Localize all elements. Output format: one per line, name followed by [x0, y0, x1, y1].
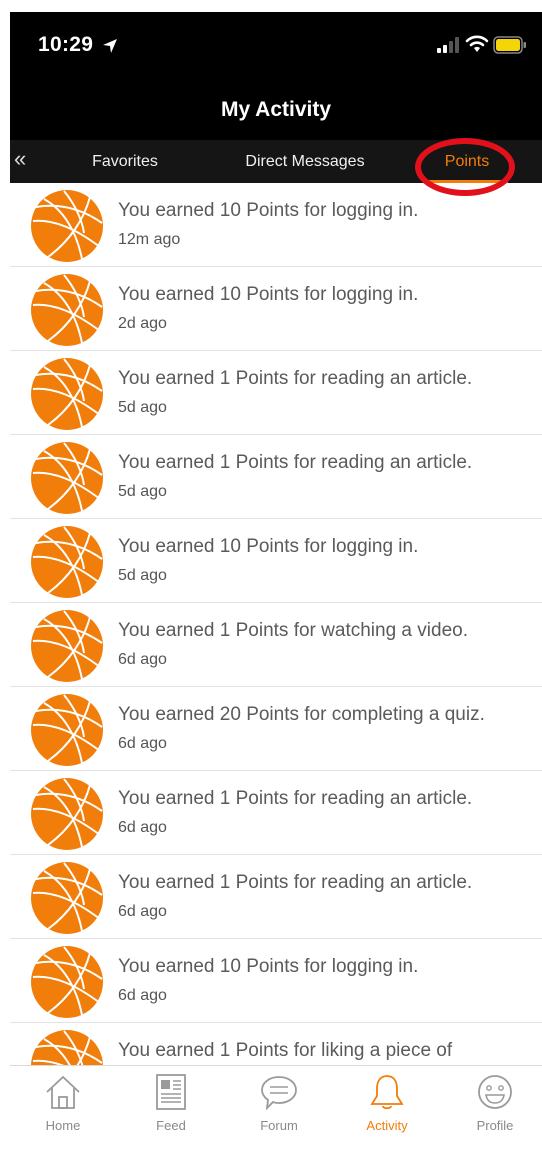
location-arrow-icon	[103, 39, 117, 53]
nav-label: Home	[45, 1118, 81, 1133]
status-bar: 10:29	[10, 12, 542, 82]
activity-time: 5d ago	[118, 567, 167, 584]
status-time: 10:29	[38, 33, 94, 56]
activity-time: 6d ago	[118, 987, 167, 1004]
nav-feed[interactable]: Feed	[126, 1072, 216, 1133]
activity-time: 2d ago	[118, 315, 167, 332]
basketball-avatar-icon	[30, 777, 104, 851]
nav-label: Activity	[366, 1118, 408, 1133]
activity-row[interactable]: You earned 10 Points for logging in. 5d a…	[10, 519, 542, 603]
activity-row[interactable]: You earned 1 Points for reading an artic…	[10, 855, 542, 939]
battery-icon	[493, 36, 526, 54]
activity-list[interactable]: You earned 10 Points for logging in. 12m …	[10, 183, 542, 1065]
activity-row[interactable]: You earned 1 Points for reading an artic…	[10, 435, 542, 519]
title-bar: My Activity	[10, 82, 542, 140]
activity-row[interactable]: You earned 10 Points for logging in. 6d a…	[10, 939, 542, 1023]
basketball-avatar-icon	[30, 1029, 104, 1065]
tab-bar: « Favorites Direct Messages Points	[10, 140, 542, 183]
basketball-avatar-icon	[30, 357, 104, 431]
basketball-avatar-icon	[30, 189, 104, 263]
basketball-avatar-icon	[30, 441, 104, 515]
profile-icon	[475, 1072, 515, 1112]
activity-text: You earned 20 Points for completing a qu…	[118, 704, 485, 725]
tab-favorites[interactable]: Favorites	[80, 140, 170, 183]
activity-text: You earned 10 Points for logging in.	[118, 200, 419, 221]
activity-row[interactable]: You earned 1 Points for liking a piece o…	[10, 1023, 542, 1065]
basketball-avatar-icon	[30, 693, 104, 767]
nav-activity[interactable]: Activity	[342, 1072, 432, 1133]
activity-text: You earned 1 Points for reading an artic…	[118, 368, 473, 389]
nav-home[interactable]: Home	[18, 1072, 108, 1133]
activity-text: You earned 10 Points for logging in.	[118, 956, 419, 977]
activity-text: You earned 1 Points for reading an artic…	[118, 788, 473, 809]
tab-points[interactable]: Points	[422, 140, 512, 183]
page-title: My Activity	[220, 98, 332, 121]
bottom-nav: Home Feed Forum Activity Profile	[10, 1065, 542, 1165]
activity-row[interactable]: You earned 20 Points for completing a qu…	[10, 687, 542, 771]
activity-text: You earned 1 Points for watching a video…	[118, 620, 468, 641]
basketball-avatar-icon	[30, 525, 104, 599]
activity-time: 6d ago	[118, 735, 167, 752]
app-screen: 10:29 My Activity « Favorites Direct Mes…	[10, 12, 542, 1165]
nav-label: Feed	[156, 1118, 186, 1133]
nav-forum[interactable]: Forum	[234, 1072, 324, 1133]
nav-label: Forum	[260, 1118, 298, 1133]
activity-time: 5d ago	[118, 399, 167, 416]
basketball-avatar-icon	[30, 273, 104, 347]
activity-row[interactable]: You earned 10 Points for logging in. 2d a…	[10, 267, 542, 351]
activity-time: 6d ago	[118, 819, 167, 836]
tab-direct-messages[interactable]: Direct Messages	[225, 140, 385, 183]
activity-text: You earned 1 Points for reading an artic…	[118, 872, 473, 893]
activity-time: 6d ago	[118, 651, 167, 668]
activity-row[interactable]: You earned 1 Points for reading an artic…	[10, 771, 542, 855]
activity-time: 5d ago	[118, 483, 167, 500]
activity-text: You earned 10 Points for logging in.	[118, 536, 419, 557]
activity-row[interactable]: You earned 10 Points for logging in. 12m …	[10, 183, 542, 267]
activity-row[interactable]: You earned 1 Points for reading an artic…	[10, 351, 542, 435]
home-icon	[43, 1072, 83, 1112]
basketball-avatar-icon	[30, 861, 104, 935]
forum-icon	[259, 1072, 299, 1112]
activity-text: You earned 1 Points for reading an artic…	[118, 452, 473, 473]
basketball-avatar-icon	[30, 945, 104, 1019]
activity-text: You earned 1 Points for liking a piece o…	[118, 1040, 453, 1061]
activity-text: You earned 10 Points for logging in.	[118, 284, 419, 305]
bell-icon	[367, 1072, 407, 1112]
nav-label: Profile	[476, 1118, 514, 1133]
activity-time: 6d ago	[118, 903, 167, 920]
activity-time: 12m ago	[118, 231, 181, 248]
nav-profile[interactable]: Profile	[450, 1072, 540, 1133]
activity-row[interactable]: You earned 1 Points for watching a video…	[10, 603, 542, 687]
basketball-avatar-icon	[30, 609, 104, 683]
feed-icon	[151, 1072, 191, 1112]
back-chevrons-icon[interactable]: «	[14, 146, 26, 172]
wifi-icon	[465, 35, 489, 52]
cellular-signal-icon	[437, 37, 459, 53]
